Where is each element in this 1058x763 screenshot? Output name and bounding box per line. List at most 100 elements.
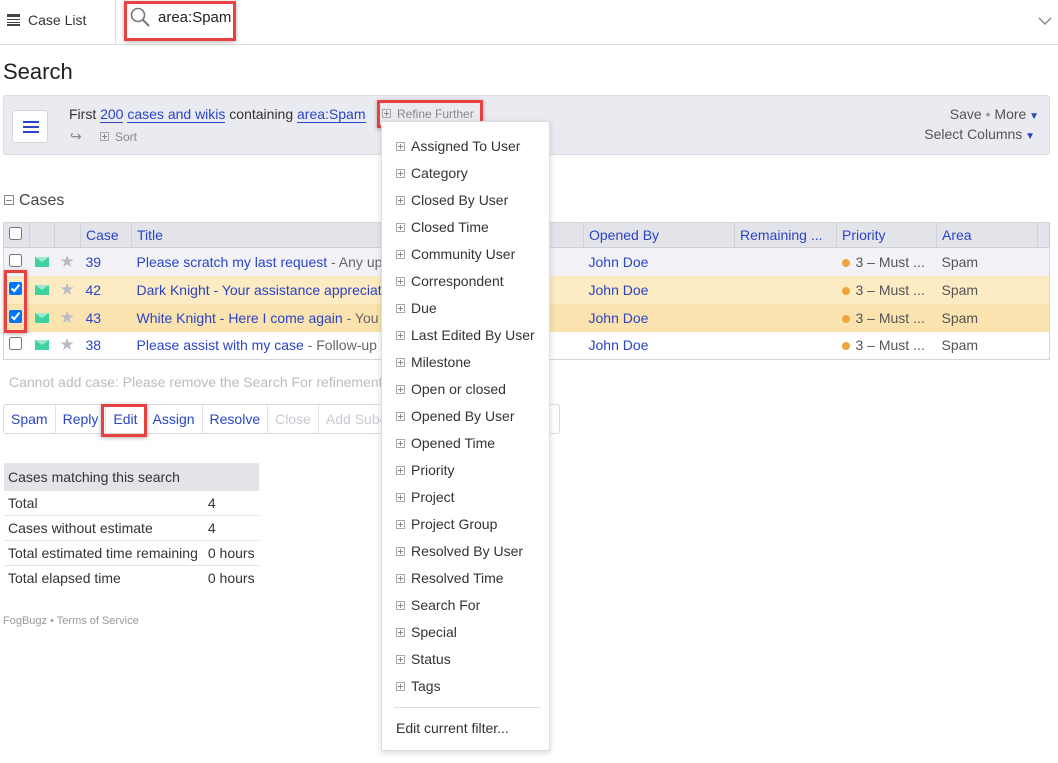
stats-label: Cases without estimate — [3, 515, 202, 541]
case-list-button[interactable]: Case List — [7, 12, 86, 28]
refine-item-label: Category — [411, 165, 468, 181]
plus-icon — [396, 169, 405, 178]
case-list-label: Case List — [28, 12, 87, 28]
stats-row: Total 4 — [3, 490, 259, 516]
remaining-cell — [735, 248, 837, 276]
refine-item-resolved-time[interactable]: Resolved Time — [396, 568, 504, 588]
case-number[interactable]: 43 — [81, 304, 132, 332]
refine-item-label: Opened Time — [411, 435, 496, 451]
redirect-icon[interactable]: ↪ — [70, 128, 82, 145]
stats-value: 4 — [201, 515, 259, 541]
footer-brand[interactable]: FogBugz — [3, 615, 47, 627]
priority-dot-icon — [841, 286, 850, 295]
opened-by-link[interactable]: John Doe — [584, 276, 735, 304]
star-icon[interactable]: ★ — [60, 280, 75, 299]
opened-by-link[interactable]: John Doe — [584, 304, 735, 332]
plus-icon — [396, 655, 405, 664]
plus-icon — [396, 439, 405, 448]
refine-item-opened-by-user[interactable]: Opened By User — [396, 406, 515, 426]
plus-icon — [396, 547, 405, 556]
kind-link[interactable]: cases and wikis — [127, 106, 226, 123]
area-value: Spam — [941, 337, 979, 354]
more-button[interactable]: More — [994, 106, 1026, 122]
case-number[interactable]: 39 — [81, 248, 132, 276]
refine-item-correspondent[interactable]: Correspondent — [396, 271, 504, 291]
filter-text: containing — [229, 106, 294, 122]
email-icon — [34, 256, 49, 267]
plus-icon — [396, 385, 405, 394]
refine-item-opened-time[interactable]: Opened Time — [396, 433, 495, 453]
refine-item-community-user[interactable]: Community User — [396, 244, 515, 264]
stats-value: 0 hours — [201, 565, 259, 590]
row-checkbox[interactable] — [9, 337, 22, 351]
plus-icon — [396, 277, 405, 286]
refine-item-status[interactable]: Status — [396, 649, 451, 669]
stats-value: 0 hours — [201, 540, 259, 566]
resolve-button[interactable]: Resolve — [203, 405, 269, 433]
query-link[interactable]: area:Spam — [297, 106, 366, 123]
refine-item-project-group[interactable]: Project Group — [396, 514, 497, 534]
column-header-remaining[interactable]: Remaining ... — [734, 222, 837, 248]
footer: FogBugz • Terms of Service — [3, 615, 139, 627]
refine-item-search-for[interactable]: Search For — [396, 595, 480, 615]
save-button[interactable]: Save — [950, 106, 982, 122]
select-columns-button[interactable]: Select Columns ▼ — [924, 126, 1035, 142]
case-title-link[interactable]: Please scratch my last request — [137, 254, 328, 270]
stats-row: Total elapsed time 0 hours — [3, 565, 259, 590]
column-header-area[interactable]: Area — [936, 222, 1038, 248]
refine-item-project[interactable]: Project — [396, 487, 455, 507]
refine-item-due[interactable]: Due — [396, 298, 437, 318]
refine-item-open-or-closed[interactable]: Open or closed — [396, 379, 506, 399]
edit-current-filter-item[interactable]: Edit current filter... — [396, 718, 509, 738]
refine-item-special[interactable]: Special — [396, 622, 457, 642]
chevron-down-icon[interactable] — [1038, 16, 1052, 26]
star-icon[interactable]: ★ — [60, 335, 75, 354]
refine-item-closed-time[interactable]: Closed Time — [396, 217, 489, 237]
stats-label: Total — [3, 490, 202, 516]
terms-link[interactable]: Terms of Service — [57, 615, 139, 627]
list-icon — [7, 14, 20, 26]
page-title: Search — [3, 59, 73, 84]
refine-item-label: Special — [411, 624, 457, 640]
case-title-link[interactable]: Dark Knight - Your assistance appreciat — [137, 282, 382, 298]
case-title-link[interactable]: Please assist with my case — [137, 337, 304, 353]
close-button[interactable]: Close — [268, 405, 319, 433]
refine-item-milestone[interactable]: Milestone — [396, 352, 471, 372]
star-icon[interactable]: ★ — [60, 308, 75, 327]
opened-by-link[interactable]: John Doe — [584, 332, 735, 360]
area-value: Spam — [941, 281, 979, 298]
case-title-link[interactable]: White Knight - Here I come again — [137, 310, 343, 326]
view-toggle-button[interactable] — [12, 110, 48, 143]
refine-item-label: Assigned To User — [411, 138, 521, 154]
column-header-case[interactable]: Case — [80, 222, 132, 248]
refine-item-label: Last Edited By User — [411, 327, 535, 343]
refine-item-resolved-by-user[interactable]: Resolved By User — [396, 541, 523, 561]
reply-button[interactable]: Reply — [56, 405, 107, 433]
sort-button[interactable]: Sort — [100, 130, 137, 144]
row-checkbox[interactable] — [9, 253, 22, 267]
cases-section-toggle[interactable]: Cases — [4, 192, 64, 210]
case-excerpt: - You — [342, 309, 379, 326]
refine-item-label: Open or closed — [411, 381, 506, 397]
refine-item-label: Community User — [411, 246, 516, 262]
refine-item-assigned-to-user[interactable]: Assigned To User — [396, 136, 520, 156]
star-icon[interactable]: ★ — [60, 252, 75, 271]
refine-item-priority[interactable]: Priority — [396, 460, 455, 480]
column-header-priority[interactable]: Priority — [836, 222, 937, 248]
refine-item-closed-by-user[interactable]: Closed By User — [396, 190, 508, 210]
case-number[interactable]: 38 — [81, 332, 132, 360]
column-header-opened-by[interactable]: Opened By — [583, 222, 735, 248]
count-link[interactable]: 200 — [100, 106, 124, 123]
opened-by-link[interactable]: John Doe — [584, 248, 735, 276]
refine-item-last-edited-by-user[interactable]: Last Edited By User — [396, 325, 535, 345]
menu-divider — [394, 707, 541, 708]
refine-item-tags[interactable]: Tags — [396, 676, 441, 696]
case-number[interactable]: 42 — [81, 276, 132, 304]
priority-value: 3 – Must ... — [855, 253, 925, 270]
priority-dot-icon — [841, 258, 850, 267]
spam-button[interactable]: Spam — [4, 405, 56, 433]
stats-label: Total estimated time remaining — [3, 540, 202, 566]
refine-item-category[interactable]: Category — [396, 163, 468, 183]
select-all-checkbox[interactable] — [9, 227, 22, 240]
assign-button[interactable]: Assign — [146, 405, 203, 433]
